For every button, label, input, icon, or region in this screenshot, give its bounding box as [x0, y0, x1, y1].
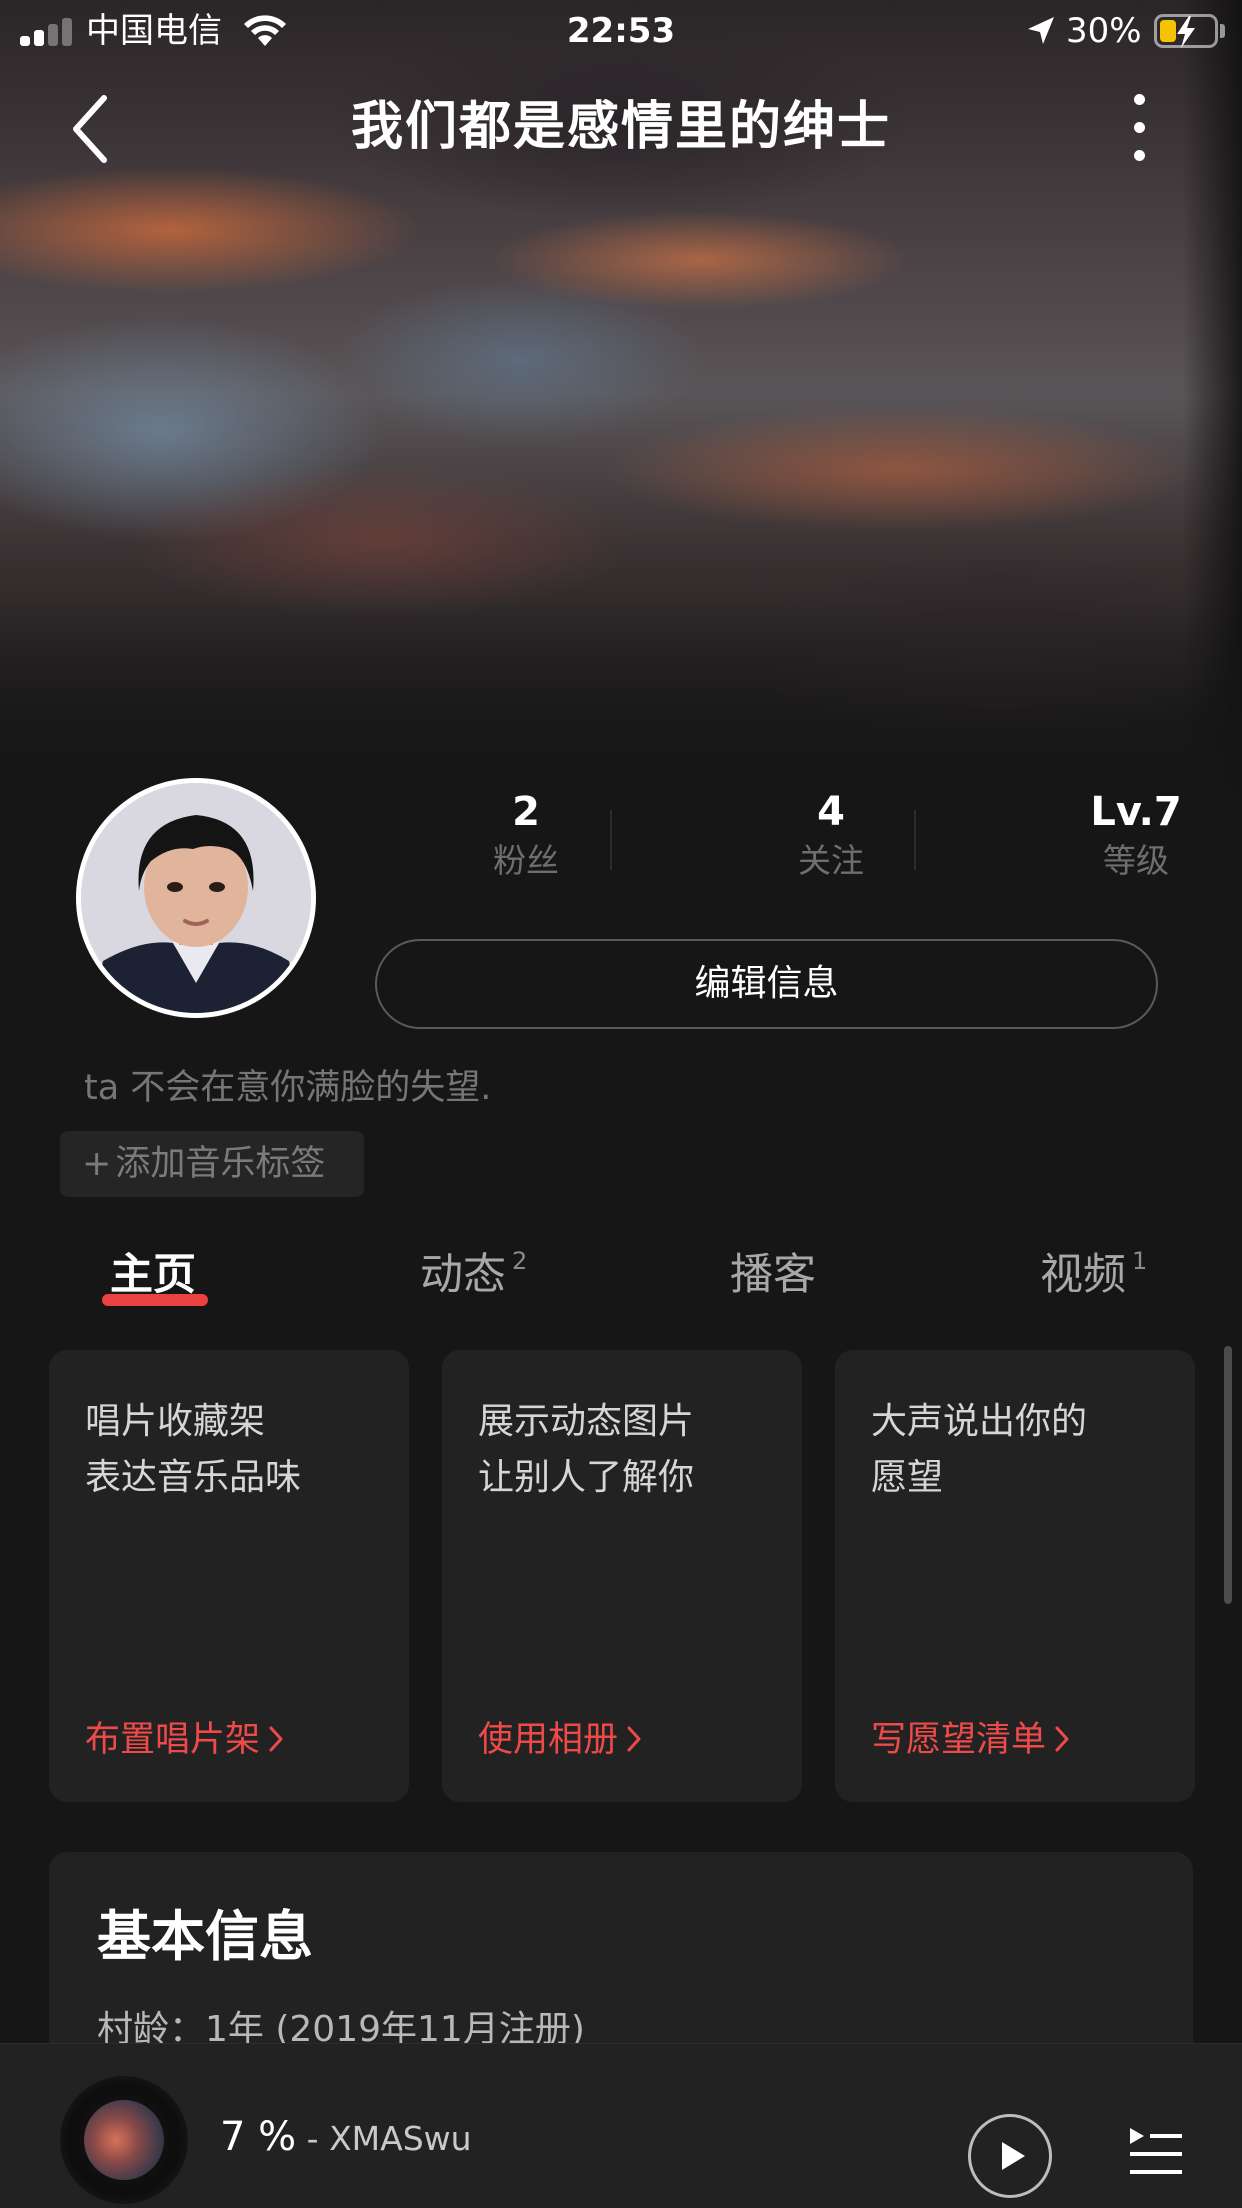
stat-label: 关注 — [798, 841, 864, 880]
tab-label: 播客 — [730, 1250, 816, 1300]
location-arrow-icon — [1028, 17, 1054, 44]
status-bar: 中国电信 22:53 30% — [0, 0, 1242, 62]
mini-player[interactable]: 7 % - XMASwu — [0, 2043, 1242, 2208]
profile-signature[interactable]: ta 不会在意你满脸的失望. — [84, 1064, 491, 1112]
card-link-label: 使用相册 — [478, 1720, 619, 1760]
card-text-line: 展示动态图片 — [478, 1401, 695, 1442]
stat-value: 2 — [512, 789, 540, 835]
write-wishlist-link[interactable]: 写愿望清单 — [871, 1715, 1070, 1765]
play-button[interactable] — [968, 2114, 1052, 2198]
tab-video[interactable]: 视频 1 — [1040, 1240, 1147, 1316]
battery-icon — [1154, 14, 1218, 48]
stat-fans[interactable]: 2 粉丝 — [376, 786, 676, 884]
stat-label: 粉丝 — [493, 841, 559, 880]
album-art — [84, 2100, 164, 2180]
track-separator: - — [296, 2119, 330, 2158]
arrange-record-shelf-link[interactable]: 布置唱片架 — [85, 1715, 284, 1765]
battery-percent: 30% — [1066, 11, 1142, 51]
card-text-line: 让别人了解你 — [478, 1457, 695, 1498]
tab-moments[interactable]: 动态 2 — [420, 1240, 527, 1316]
chevron-right-icon — [269, 1726, 283, 1752]
battery-nub — [1220, 24, 1225, 38]
card-link-label: 写愿望清单 — [871, 1720, 1047, 1760]
profile-tabs: 主页 动态 2 播客 视频 1 — [0, 1240, 1242, 1330]
tab-count-badge: 1 — [1132, 1247, 1148, 1275]
charging-bolt-icon — [1177, 16, 1195, 48]
basic-info-title: 基本信息 — [97, 1905, 313, 1968]
tab-label: 动态 — [420, 1250, 506, 1300]
card-text-line: 表达音乐品味 — [85, 1457, 302, 1498]
use-album-link[interactable]: 使用相册 — [478, 1715, 642, 1765]
chevron-right-icon — [1055, 1726, 1069, 1752]
card-text-line: 愿望 — [871, 1457, 944, 1498]
play-icon — [1002, 2142, 1025, 2170]
track-title: 7 % — [220, 2114, 297, 2160]
stat-following[interactable]: 4 关注 — [681, 786, 981, 884]
card-link-label: 布置唱片架 — [85, 1720, 261, 1760]
card-text-line: 唱片收藏架 — [85, 1401, 266, 1442]
add-music-tag-button[interactable]: + 添加音乐标签 — [60, 1131, 364, 1197]
tab-label: 视频 — [1040, 1250, 1126, 1300]
stat-divider — [610, 810, 612, 870]
page-title: 我们都是感情里的绅士 — [350, 97, 891, 157]
avatar-portrait — [81, 783, 311, 1013]
stat-value: 4 — [817, 789, 845, 835]
active-tab-indicator — [102, 1294, 208, 1306]
card-text-line: 大声说出你的 — [871, 1401, 1088, 1442]
more-options-button[interactable] — [1124, 90, 1156, 166]
avatar[interactable] — [76, 778, 316, 1018]
plus-icon: + — [82, 1144, 112, 1184]
add-tag-label: 添加音乐标签 — [115, 1144, 326, 1184]
chevron-right-icon — [627, 1726, 641, 1752]
tab-podcast[interactable]: 播客 — [730, 1240, 816, 1310]
scrollbar[interactable] — [1224, 1346, 1232, 1604]
stat-divider — [914, 810, 916, 870]
now-playing-info[interactable]: 7 % - XMASwu — [220, 2112, 472, 2164]
tab-label: 主页 — [110, 1250, 196, 1300]
tab-count-badge: 2 — [512, 1247, 528, 1275]
edit-profile-button[interactable]: 编辑信息 — [375, 939, 1158, 1029]
stat-label: 等级 — [1103, 841, 1169, 880]
profile-stats: 2 粉丝 4 关注 Lv.7 等级 — [376, 786, 1242, 886]
stat-level[interactable]: Lv.7 等级 — [986, 786, 1242, 884]
back-button[interactable] — [64, 92, 124, 166]
playlist-button[interactable] — [1128, 2124, 1184, 2180]
stat-value: Lv.7 — [1090, 789, 1182, 835]
track-artist: XMASwu — [329, 2119, 472, 2158]
now-playing-disc[interactable] — [60, 2076, 188, 2204]
